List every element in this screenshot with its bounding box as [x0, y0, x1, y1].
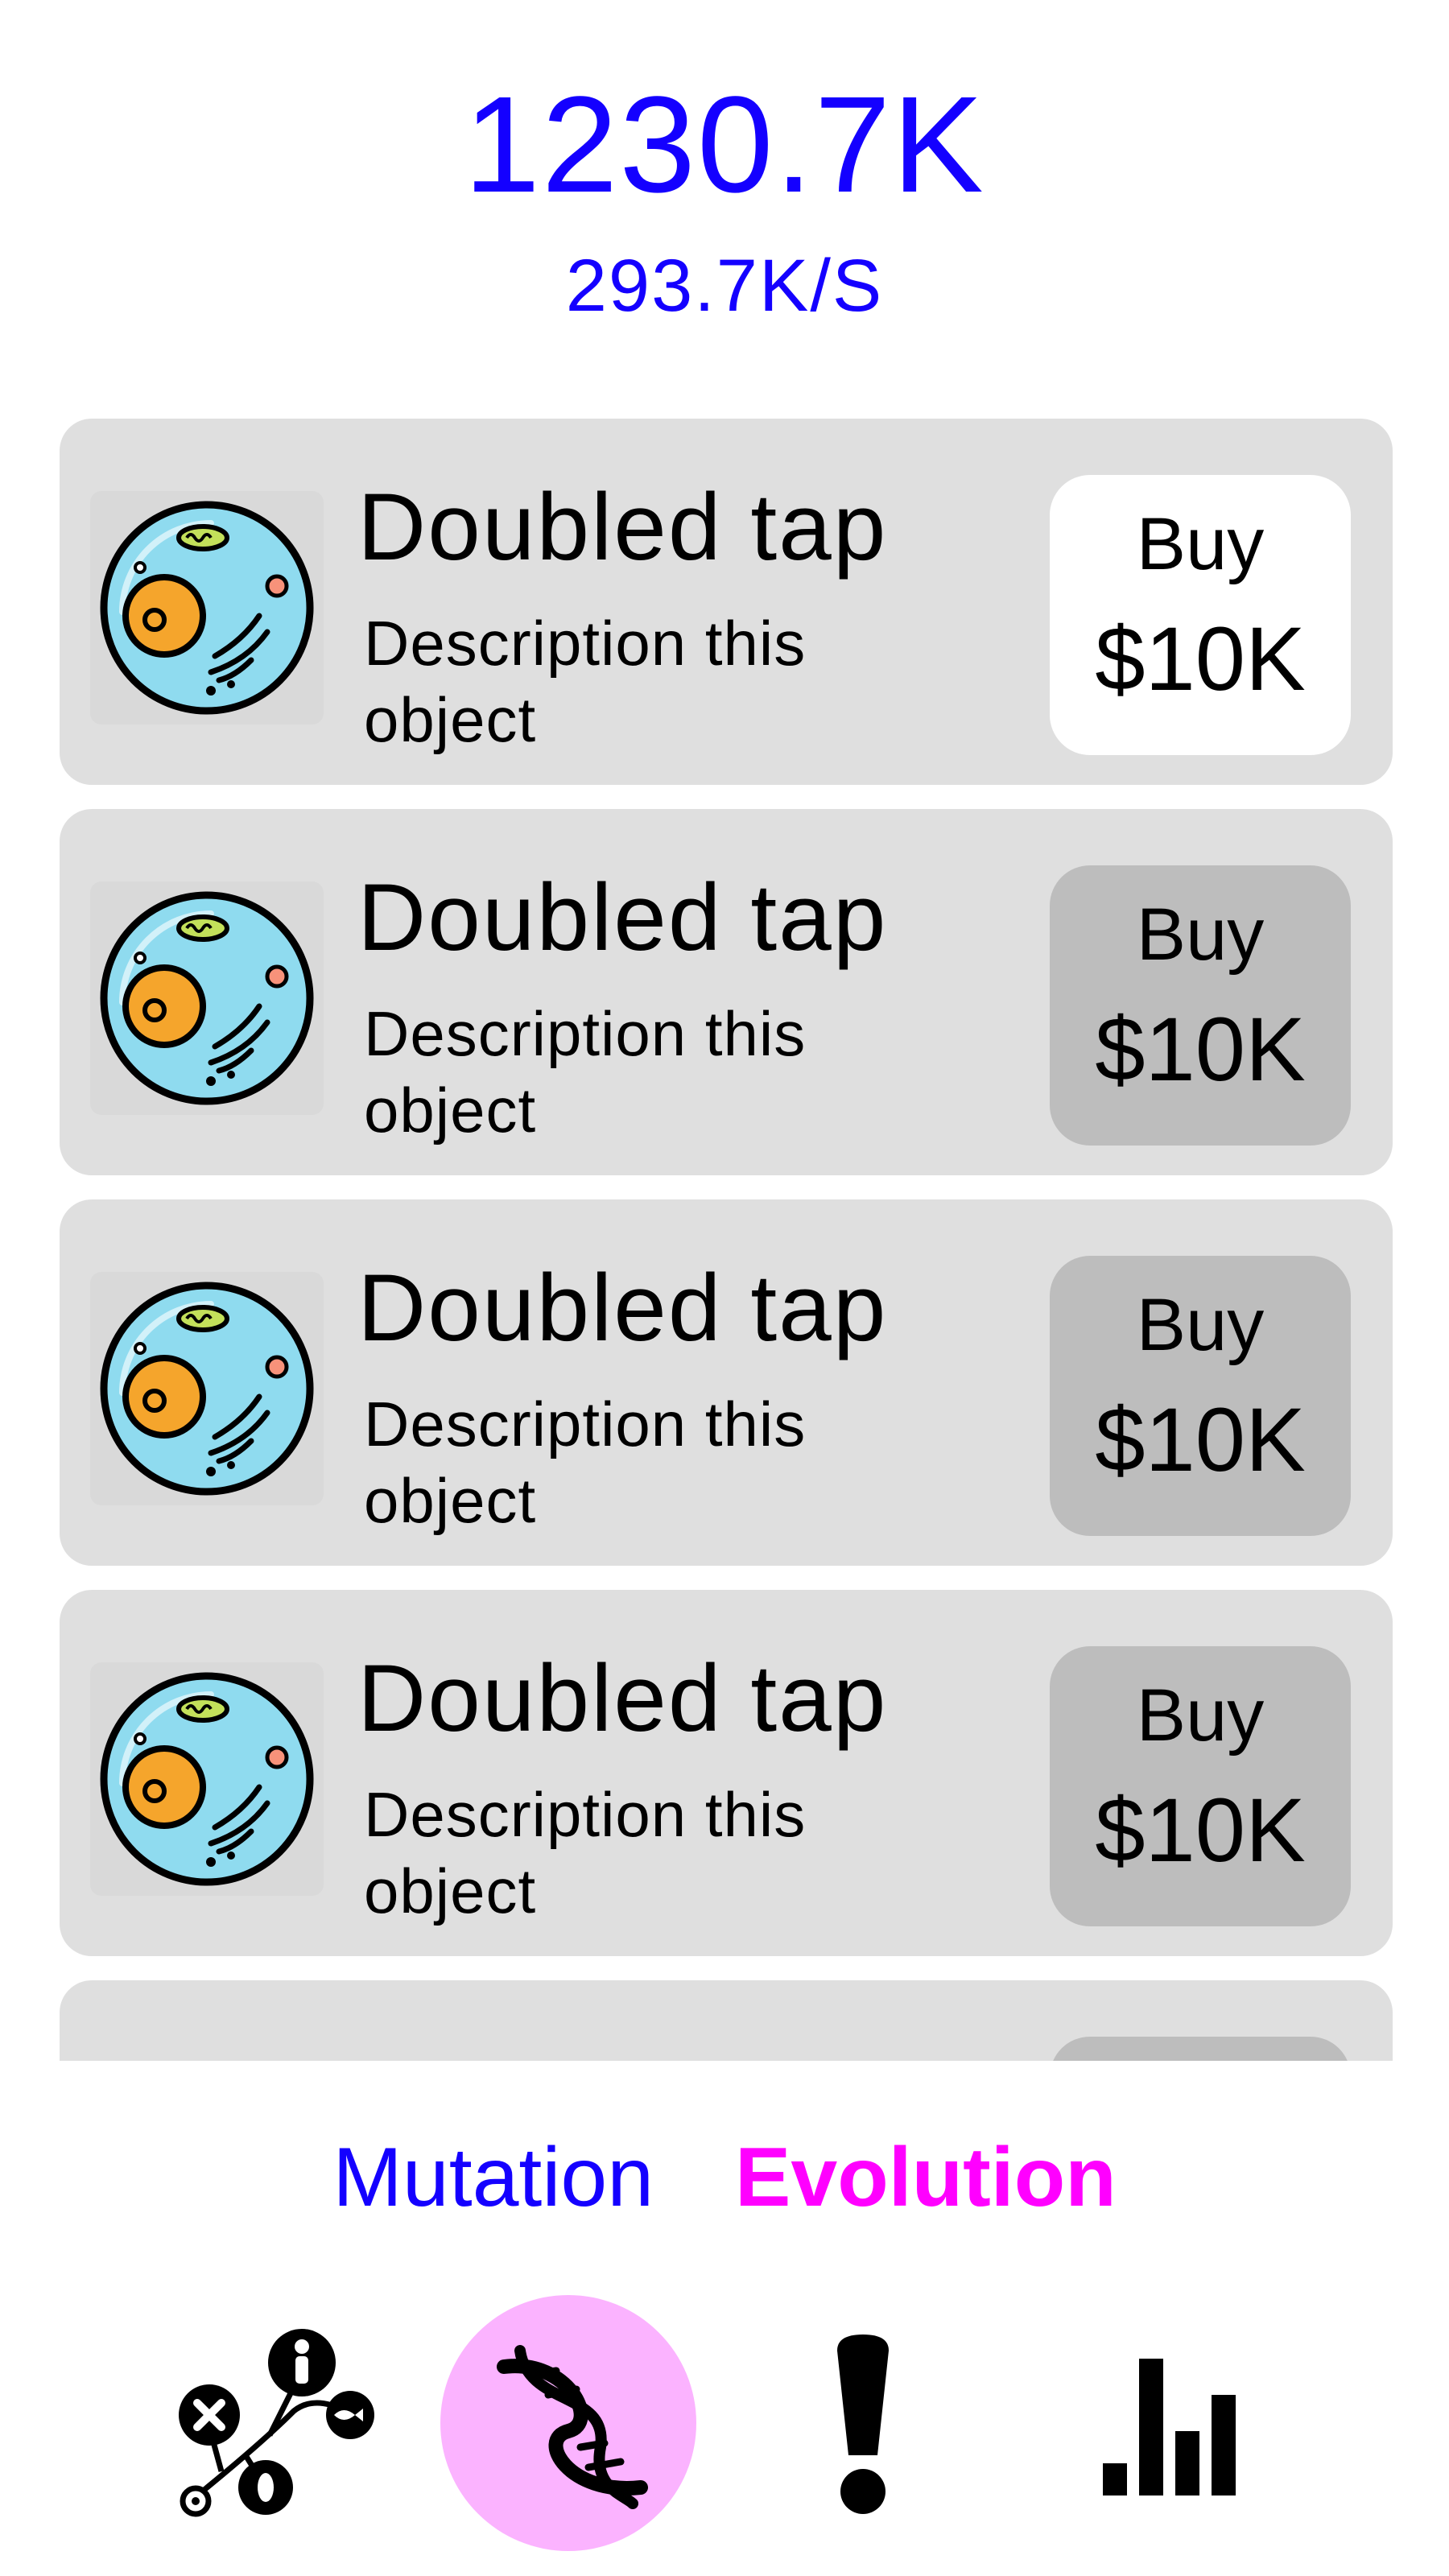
buy-price: $10K	[1095, 999, 1306, 1100]
upgrade-card: Doubled tap Description this object Buy …	[60, 419, 1393, 785]
buy-price: $10K	[1095, 609, 1306, 709]
category-tabs: Mutation Evolution	[0, 2125, 1449, 2230]
tab-mutation[interactable]: Mutation	[332, 2125, 654, 2230]
upgrade-title: Doubled tap	[357, 1645, 888, 1752]
upgrade-card-partial	[60, 1980, 1393, 2061]
upgrade-description: Description this object	[364, 998, 807, 1146]
upgrade-title: Doubled tap	[357, 865, 888, 971]
buy-button[interactable]	[1050, 2037, 1351, 2061]
upgrade-card: Doubled tap Description this object Buy …	[60, 809, 1393, 1175]
nav-stats[interactable]	[1046, 2294, 1304, 2552]
upgrade-card: Doubled tap Description this object Buy …	[60, 1199, 1393, 1566]
tab-evolution[interactable]: Evolution	[735, 2125, 1117, 2230]
buy-label: Buy	[1136, 1284, 1265, 1366]
buy-price: $10K	[1095, 1780, 1306, 1880]
cell-icon	[90, 1662, 324, 1896]
buy-button[interactable]: Buy $10K	[1050, 1646, 1351, 1926]
nav-dna[interactable]	[440, 2294, 697, 2552]
header: 1230.7K 293.7K/S	[0, 64, 1449, 330]
upgrade-card: Doubled tap Description this object Buy …	[60, 1590, 1393, 1956]
buy-price: $10K	[1095, 1389, 1306, 1490]
buy-label: Buy	[1136, 894, 1265, 976]
cell-icon	[90, 1272, 324, 1505]
cell-icon	[90, 881, 324, 1115]
nav-alerts[interactable]	[734, 2294, 992, 2552]
score-counter: 1230.7K	[464, 68, 985, 221]
buy-button[interactable]: Buy $10K	[1050, 1256, 1351, 1536]
upgrade-title: Doubled tap	[357, 1255, 888, 1361]
income-rate: 293.7K/S	[565, 245, 884, 327]
buy-label: Buy	[1136, 503, 1265, 585]
evolution-tree-icon	[179, 2329, 374, 2517]
buy-button[interactable]: Buy $10K	[1050, 865, 1351, 1146]
buy-button[interactable]: Buy $10K	[1050, 475, 1351, 755]
upgrade-description: Description this object	[364, 1389, 807, 1536]
upgrade-description: Description this object	[364, 1779, 807, 1926]
nav-evolution-tree[interactable]	[145, 2294, 402, 2552]
buy-label: Buy	[1136, 1674, 1265, 1757]
upgrade-description: Description this object	[364, 608, 807, 755]
upgrade-title: Doubled tap	[357, 474, 888, 580]
bar-chart-icon	[1103, 2359, 1236, 2496]
bottom-nav	[0, 2294, 1449, 2552]
upgrade-list[interactable]: Doubled tap Description this object Buy …	[60, 419, 1393, 2061]
cell-icon	[90, 491, 324, 724]
exclamation-icon	[837, 2334, 889, 2514]
dna-icon	[497, 2345, 648, 2509]
